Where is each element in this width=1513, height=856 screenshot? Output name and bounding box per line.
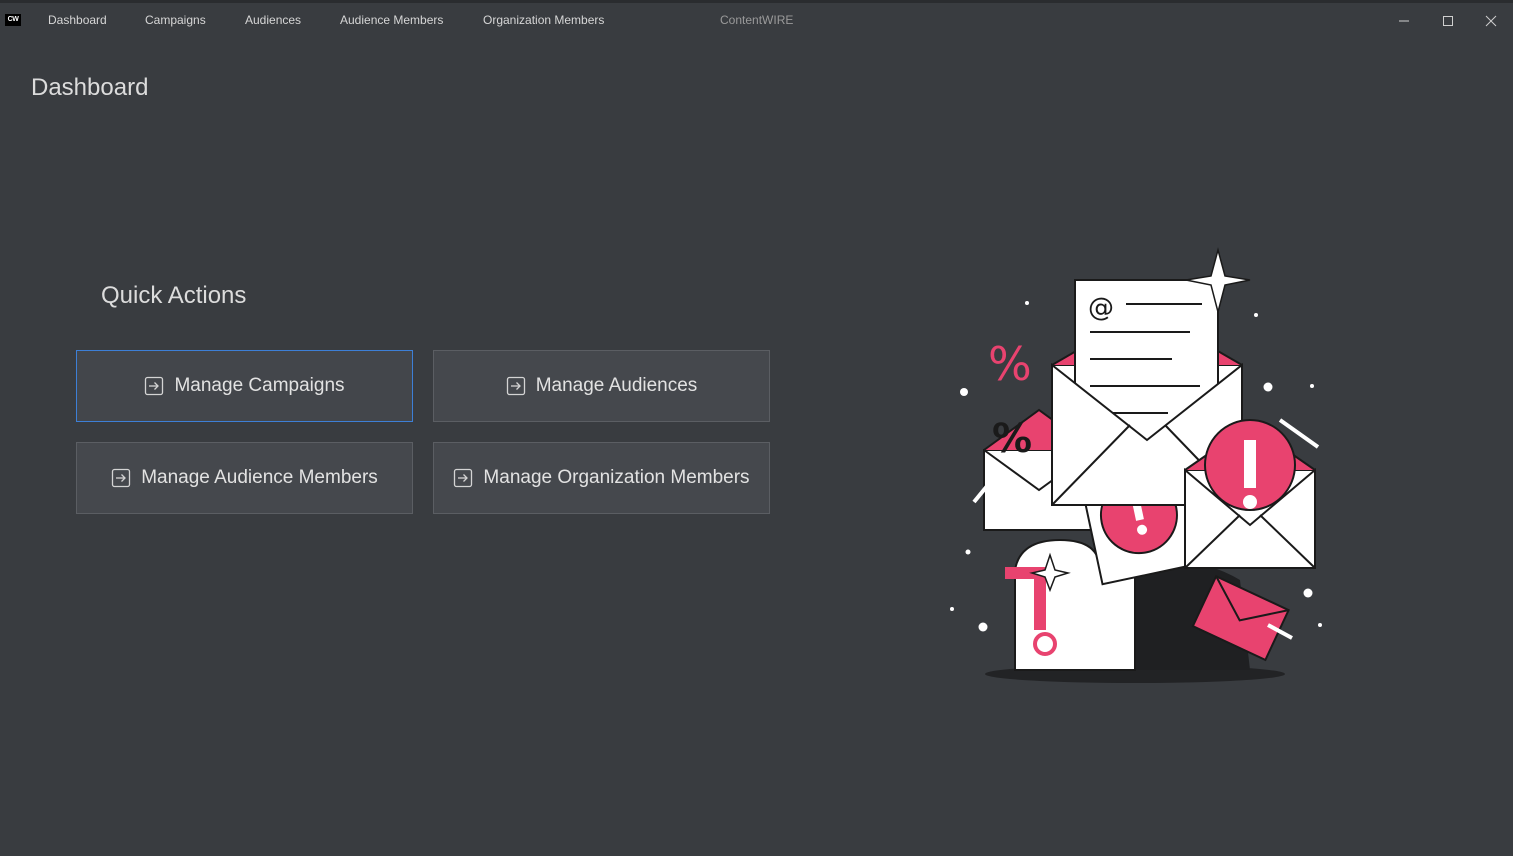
manage-campaigns-label: Manage Campaigns — [174, 375, 345, 396]
close-button[interactable] — [1469, 3, 1513, 38]
arrow-into-box-icon — [454, 468, 473, 488]
arrow-into-box-icon — [112, 468, 131, 488]
minimize-icon — [1399, 20, 1409, 21]
manage-audiences-label: Manage Audiences — [535, 375, 698, 396]
email-envelopes-illustration: % % @ — [950, 247, 1322, 683]
arrow-into-box-icon — [145, 376, 164, 396]
manage-organization-members-button[interactable]: Manage Organization Members — [433, 442, 770, 514]
svg-text:%: % — [992, 416, 1032, 462]
page-title: Dashboard — [31, 74, 149, 101]
manage-campaigns-button[interactable]: Manage Campaigns — [76, 350, 413, 422]
maximize-button[interactable] — [1426, 3, 1470, 38]
close-icon — [1485, 15, 1497, 26]
nav-item-organization-members[interactable]: Organization Members — [483, 13, 604, 27]
manage-audience-members-label: Manage Audience Members — [141, 467, 378, 488]
minimize-button[interactable] — [1382, 3, 1426, 38]
title-bar: CW Dashboard Campaigns Audiences Audienc… — [0, 0, 1513, 38]
arrow-into-box-icon — [506, 376, 525, 396]
maximize-icon — [1443, 15, 1453, 26]
quick-actions-title: Quick Actions — [101, 282, 247, 309]
svg-text:@: @ — [1088, 293, 1114, 323]
nav-item-audience-members[interactable]: Audience Members — [340, 13, 443, 27]
manage-organization-members-label: Manage Organization Members — [483, 467, 750, 488]
nav-item-dashboard[interactable]: Dashboard — [48, 13, 107, 27]
window-title: ContentWIRE — [720, 13, 794, 27]
svg-text:%: % — [988, 337, 1032, 391]
nav-item-audiences[interactable]: Audiences — [245, 13, 301, 27]
nav-item-campaigns[interactable]: Campaigns — [145, 13, 206, 27]
manage-audience-members-button[interactable]: Manage Audience Members — [76, 442, 413, 514]
manage-audiences-button[interactable]: Manage Audiences — [433, 350, 770, 422]
app-logo: CW — [5, 14, 21, 26]
